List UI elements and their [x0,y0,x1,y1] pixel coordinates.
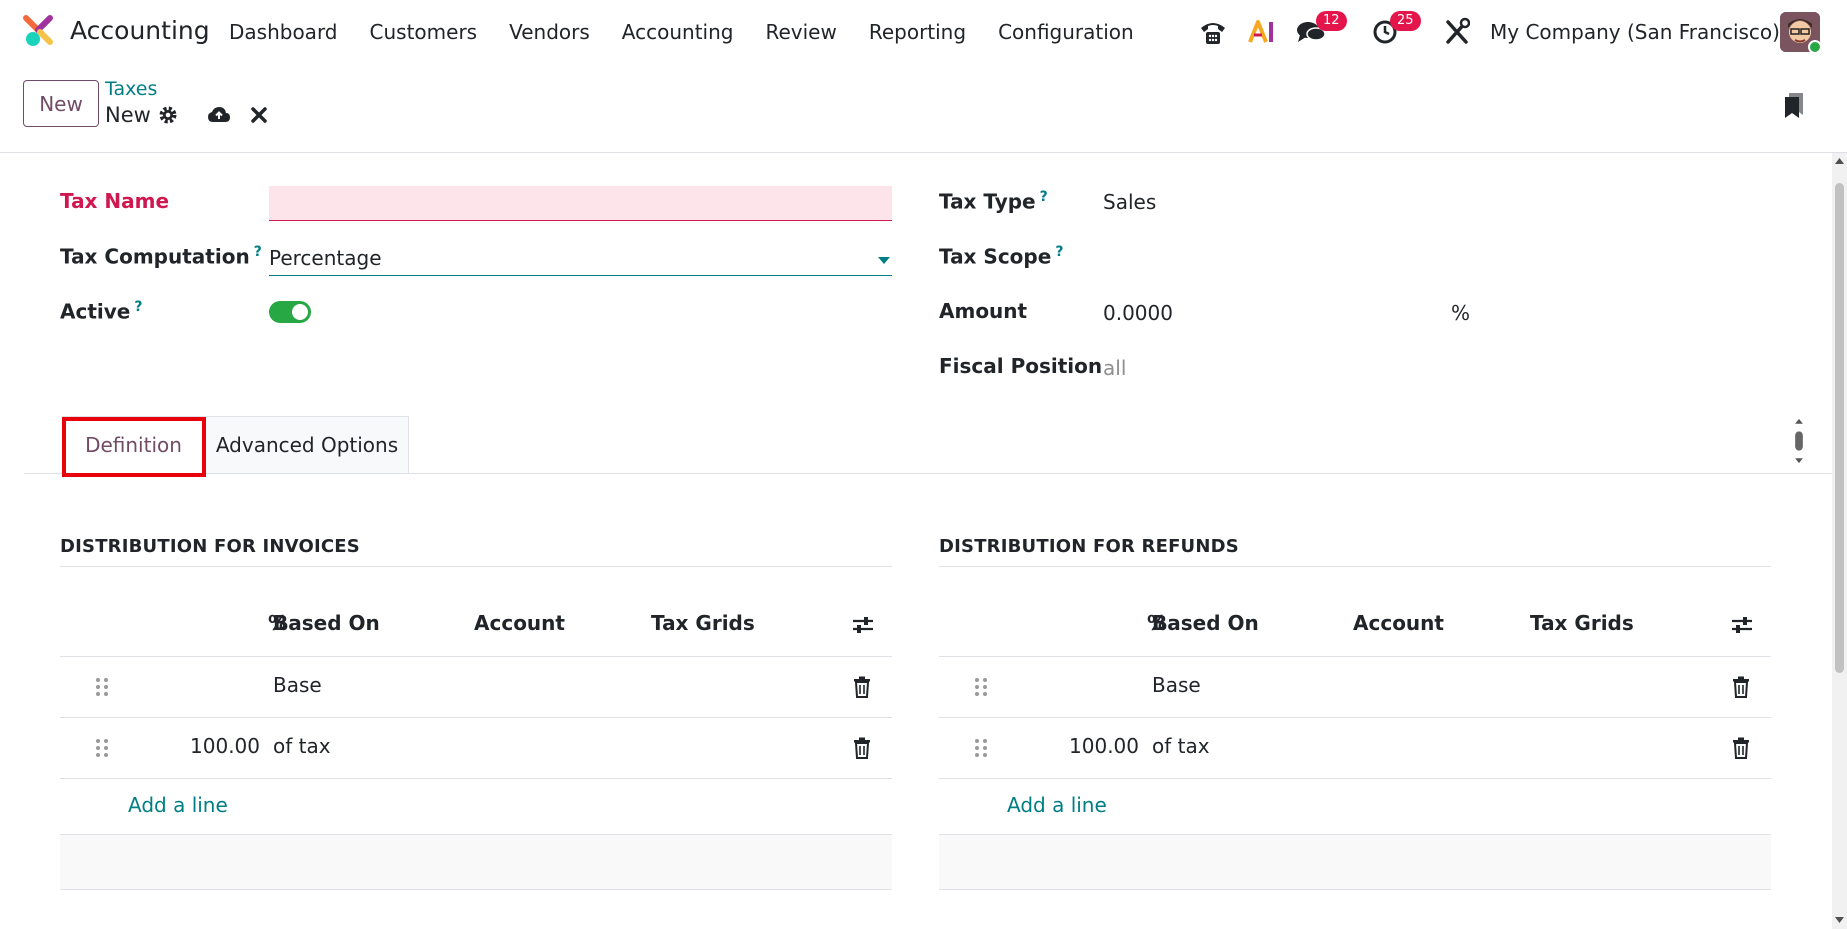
active-toggle[interactable] [269,301,311,323]
control-panel: New Taxes New [0,63,1847,153]
menu-dashboard[interactable]: Dashboard [229,20,338,44]
section-rule [939,566,1771,567]
trash-icon[interactable] [853,676,871,698]
drag-handle-icon[interactable] [974,737,988,759]
column-header-tax-grids[interactable]: Tax Grids [1530,611,1634,635]
scrollbar-thumb[interactable] [1835,183,1844,673]
row-percent[interactable]: 100.00 [190,734,260,758]
company-switcher[interactable]: My Company (San Francisco) [1490,20,1780,44]
empty-row [60,834,892,890]
add-line-row: Add a line [60,778,892,834]
trash-icon[interactable] [1732,737,1750,759]
menu-accounting[interactable]: Accounting [622,20,734,44]
activities-menu[interactable]: 25 [1372,11,1422,52]
row-based-on[interactable]: Base [1152,673,1201,697]
gear-icon[interactable] [158,105,178,125]
tax-name-label: Tax Name [60,189,170,213]
drag-handle-icon[interactable] [974,676,988,698]
tax-computation-value: Percentage [269,246,382,270]
top-navbar: Accounting Dashboard Customers Vendors A… [0,0,1847,63]
fiscal-position-value[interactable]: all [1103,356,1126,380]
breadcrumb-taxes[interactable]: Taxes [105,78,157,100]
app-logo-icon[interactable] [22,14,56,48]
tax-type-label: Tax Type? [939,189,1048,214]
fiscal-position-label: Fiscal Position [939,354,1103,378]
page-scrollbar[interactable] [1832,153,1847,929]
scroll-up-arrow-icon[interactable] [1834,157,1845,165]
column-header-account[interactable]: Account [1353,611,1444,635]
breadcrumb-current: New [105,103,151,127]
add-line-row: Add a line [939,778,1771,834]
main-menu: Dashboard Customers Vendors Accounting R… [229,20,1166,44]
tax-computation-select[interactable]: Percentage [269,243,892,276]
column-header-account[interactable]: Account [474,611,565,635]
drag-handle-icon[interactable] [95,676,109,698]
tax-scope-label-text: Tax Scope [939,244,1052,269]
tax-computation-label: Tax Computation? [60,244,262,269]
table-row[interactable]: 100.00 of tax [939,717,1771,778]
inner-scrollbar[interactable] [1792,417,1806,465]
section-title-invoices: DISTRIBUTION FOR INVOICES [60,536,360,557]
section-rule [60,566,892,567]
app-name[interactable]: Accounting [70,16,210,45]
tab-definition[interactable]: Definition [62,416,205,474]
phone-icon[interactable] [1198,12,1228,52]
column-header-based-on[interactable]: Based On [1152,611,1259,635]
toggle-knob [292,304,308,320]
new-button[interactable]: New [23,80,99,127]
amount-input[interactable]: 0.0000 [1103,301,1173,325]
table-row[interactable]: 100.00 of tax [60,717,892,778]
chevron-down-icon [878,257,890,264]
help-tooltip-icon[interactable]: ? [1055,244,1063,260]
help-tooltip-icon[interactable]: ? [134,299,142,315]
row-based-on[interactable]: Base [273,673,322,697]
tax-scope-select[interactable] [1103,245,1403,271]
tax-scope-label: Tax Scope? [939,244,1063,269]
table-row[interactable]: Base [939,656,1771,717]
tax-form: Tax Name Tax Computation? Percentage Act… [24,153,1832,929]
column-settings-icon[interactable] [851,615,875,635]
trash-icon[interactable] [1732,676,1750,698]
tab-advanced-options[interactable]: Advanced Options [205,416,409,474]
avatar[interactable] [1780,12,1820,52]
active-label: Active? [60,299,142,324]
table-row[interactable]: Base [60,656,892,717]
menu-reporting[interactable]: Reporting [869,20,966,44]
tax-computation-label-text: Tax Computation [60,244,250,269]
section-title-refunds: DISTRIBUTION FOR REFUNDS [939,536,1239,557]
menu-customers[interactable]: Customers [370,20,478,44]
tools-icon[interactable] [1444,12,1470,52]
activities-badge: 25 [1390,11,1421,31]
menu-vendors[interactable]: Vendors [509,20,590,44]
active-label-text: Active [60,299,131,324]
drag-handle-icon[interactable] [95,737,109,759]
messages-badge: 12 [1316,11,1347,31]
menu-configuration[interactable]: Configuration [998,20,1134,44]
cloud-upload-icon[interactable] [207,105,231,125]
close-icon[interactable] [250,105,268,125]
help-tooltip-icon[interactable]: ? [1040,189,1048,205]
online-status-dot [1808,40,1820,52]
column-header-based-on[interactable]: Based On [273,611,380,635]
add-line-link[interactable]: Add a line [1007,793,1107,817]
row-based-on[interactable]: of tax [1152,734,1210,758]
menu-review[interactable]: Review [765,20,836,44]
row-percent[interactable]: 100.00 [1069,734,1139,758]
amount-unit: % [1451,301,1471,325]
scroll-down-arrow-icon[interactable] [1834,916,1845,924]
row-based-on[interactable]: of tax [273,734,331,758]
bookmark-icon[interactable] [1783,91,1805,119]
ai-icon[interactable] [1248,12,1276,52]
tax-type-label-text: Tax Type [939,189,1036,214]
column-settings-icon[interactable] [1730,615,1754,635]
amount-label: Amount [939,299,1028,323]
trash-icon[interactable] [853,737,871,759]
messages-menu[interactable]: 12 [1296,11,1347,52]
help-tooltip-icon[interactable]: ? [254,244,262,260]
add-line-link[interactable]: Add a line [128,793,228,817]
tax-name-input[interactable] [269,186,892,221]
tax-type-select[interactable]: Sales [1103,190,1156,214]
empty-row [939,834,1771,890]
column-header-tax-grids[interactable]: Tax Grids [651,611,755,635]
